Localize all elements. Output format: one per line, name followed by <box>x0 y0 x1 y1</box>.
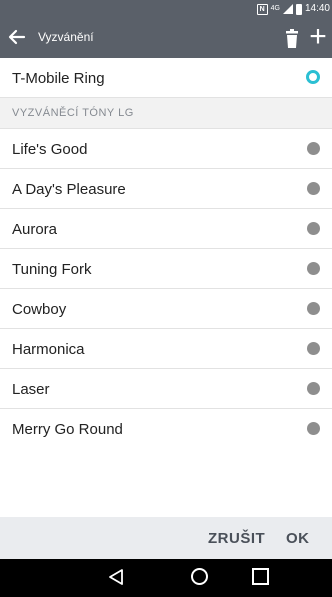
status-time: 14:40 <box>304 3 330 14</box>
delete-button[interactable] <box>278 24 306 52</box>
network-type: 4G <box>270 5 280 12</box>
radio-unselected-icon[interactable] <box>307 262 320 275</box>
ringtone-item[interactable]: Life's Good <box>0 129 332 169</box>
cancel-button[interactable]: ZRUŠIT <box>208 530 265 547</box>
dialog-action-bar: ZRUŠIT OK <box>0 517 332 559</box>
radio-unselected-icon[interactable] <box>307 382 320 395</box>
radio-unselected-icon[interactable] <box>307 222 320 235</box>
ringtone-label: Life's Good <box>12 141 88 158</box>
section-label: VYZVÁNĚCÍ TÓNY LG <box>12 107 134 119</box>
signal-icon <box>282 4 293 14</box>
radio-unselected-icon[interactable] <box>307 182 320 195</box>
ringtone-item[interactable]: Tuning Fork <box>0 249 332 289</box>
ringtone-current[interactable]: T-Mobile Ring <box>0 58 332 98</box>
ringtone-item[interactable]: Harmonica <box>0 329 332 369</box>
ringtone-item[interactable]: Aurora <box>0 209 332 249</box>
ringtone-label: Tuning Fork <box>12 261 92 278</box>
radio-selected-icon[interactable] <box>306 70 320 84</box>
page-title: Vyzvánění <box>38 30 94 44</box>
app-bar: Vyzvánění + <box>0 18 332 58</box>
back-arrow-icon <box>8 29 26 45</box>
section-header: VYZVÁNĚCÍ TÓNY LG <box>0 98 332 129</box>
ringtone-label: A Day's Pleasure <box>12 181 126 198</box>
ok-button[interactable]: OK <box>286 530 310 547</box>
nav-home-icon[interactable] <box>191 568 208 585</box>
radio-unselected-icon[interactable] <box>307 422 320 435</box>
navigation-bar <box>0 559 332 597</box>
status-icons: N 4G 14:40 <box>256 2 330 16</box>
status-bar: N 4G 14:40 <box>0 0 332 18</box>
ringtone-label: T-Mobile Ring <box>12 70 105 87</box>
nav-back-icon[interactable] <box>107 568 125 586</box>
ringtone-item[interactable]: Laser <box>0 369 332 409</box>
back-button[interactable] <box>4 23 32 51</box>
ringtone-label: Laser <box>12 381 50 398</box>
add-button[interactable]: + <box>304 22 332 52</box>
ringtone-label: Aurora <box>12 221 58 238</box>
radio-unselected-icon[interactable] <box>307 302 320 315</box>
radio-unselected-icon[interactable] <box>307 342 320 355</box>
ringtone-label: Cowboy <box>12 301 67 318</box>
ringtone-item[interactable]: A Day's Pleasure <box>0 169 332 209</box>
battery-icon <box>295 3 302 15</box>
ringtone-label: Merry Go Round <box>12 421 123 438</box>
nav-recents-icon[interactable] <box>252 568 269 585</box>
ringtone-item[interactable]: Merry Go Round <box>0 409 332 448</box>
radio-unselected-icon[interactable] <box>307 142 320 155</box>
ringtone-item[interactable]: Cowboy <box>0 289 332 329</box>
ringtone-label: Harmonica <box>12 341 85 358</box>
trash-icon <box>286 29 298 48</box>
nfc-icon: N <box>256 3 268 15</box>
